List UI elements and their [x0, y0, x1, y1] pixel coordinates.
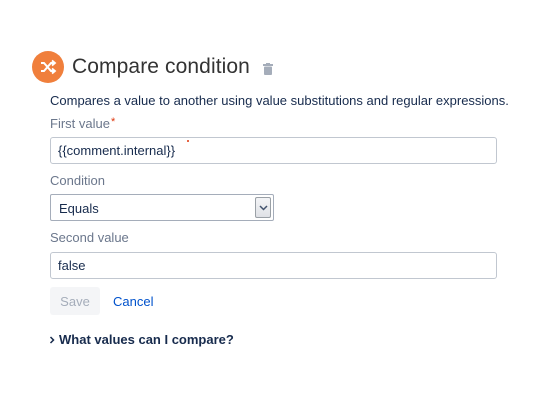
chevron-right-icon [49, 335, 57, 344]
page-title: Compare condition [72, 55, 250, 78]
first-value-label: First value* [50, 116, 115, 131]
first-value-field[interactable]: {{comment.internal}} [50, 137, 497, 164]
condition-label: Condition [50, 173, 105, 188]
help-expander[interactable]: What values can I compare? [49, 332, 234, 347]
condition-selected-value: Equals [59, 201, 99, 216]
second-value-label: Second value [50, 230, 129, 245]
second-value-field[interactable]: false [50, 252, 497, 279]
help-expander-label: What values can I compare? [59, 332, 234, 347]
first-value-text: {{comment.internal}} [58, 143, 176, 158]
required-marker: * [110, 116, 116, 128]
first-value-label-text: First value [50, 116, 110, 131]
save-button[interactable]: Save [50, 287, 100, 315]
condition-select[interactable]: Equals [50, 194, 274, 221]
chevron-down-icon[interactable] [255, 197, 271, 218]
validation-dot [187, 140, 189, 142]
shuffle-icon [32, 51, 64, 83]
panel-header: Compare condition [32, 51, 274, 83]
compare-condition-panel: Compare condition Compares a value to an… [0, 0, 540, 417]
cancel-button[interactable]: Cancel [113, 294, 153, 309]
second-value-text: false [58, 258, 86, 273]
trash-icon[interactable] [262, 62, 274, 76]
panel-description: Compares a value to another using value … [50, 93, 509, 108]
